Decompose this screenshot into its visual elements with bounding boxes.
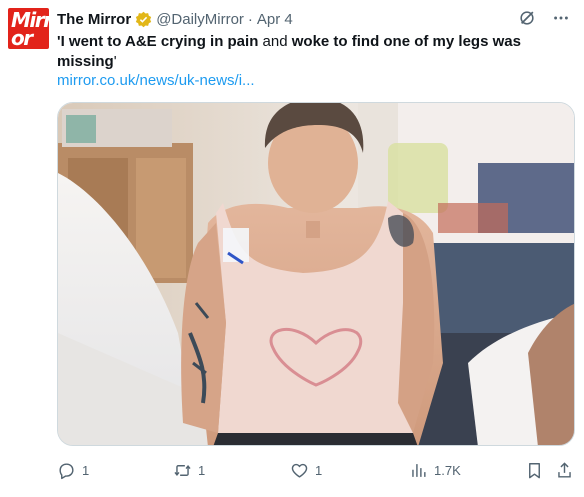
separator-dot: · [247, 10, 253, 28]
avatar[interactable]: Mirr or [8, 8, 49, 49]
timestamp[interactable]: Apr 4 [257, 11, 293, 28]
like-count: 1 [315, 462, 323, 478]
bookmark-icon [529, 462, 540, 478]
share-button[interactable] [555, 458, 574, 482]
tweet-text: 'I went to A&E crying in pain and woke t… [57, 32, 557, 72]
views-chart-icon [412, 463, 426, 477]
tweet-text-plain: and [258, 33, 292, 50]
tweet-top-actions [518, 9, 570, 27]
hospital-photo [58, 103, 574, 445]
reply-icon [59, 462, 74, 479]
reply-button[interactable]: 1 [57, 458, 89, 482]
reply-count: 1 [82, 462, 90, 478]
retweet-icon [174, 464, 191, 476]
tweet-media-image[interactable] [57, 102, 575, 446]
avatar-logo-text-bottom: or [11, 26, 33, 49]
bookmark-button[interactable] [525, 458, 544, 482]
views-button[interactable]: 1.7K [409, 458, 461, 482]
heart-icon [291, 463, 308, 478]
verified-badge-icon [135, 11, 152, 28]
retweet-count: 1 [198, 462, 206, 478]
tweet-header: The Mirror @DailyMirror · Apr 4 [57, 9, 293, 29]
like-button[interactable]: 1 [290, 458, 322, 482]
tweet-text-bold-1: 'I went to A&E crying in pain [57, 33, 259, 50]
tweet-card[interactable]: Mirr or The Mirror @DailyMirror · Apr 4 [0, 0, 584, 497]
tweet-action-bar: 1 1 1 1.7K [57, 458, 573, 482]
article-link[interactable]: mirror.co.uk/news/uk-news/i... [57, 71, 255, 91]
share-icon [558, 461, 571, 478]
account-handle[interactable]: @DailyMirror [156, 11, 244, 28]
views-count: 1.7K [434, 462, 461, 478]
retweet-button[interactable]: 1 [173, 458, 205, 482]
grok-icon[interactable] [518, 9, 536, 27]
more-icon[interactable] [552, 9, 570, 27]
display-name[interactable]: The Mirror [57, 11, 131, 28]
tweet-text-quote: ' [113, 53, 117, 70]
